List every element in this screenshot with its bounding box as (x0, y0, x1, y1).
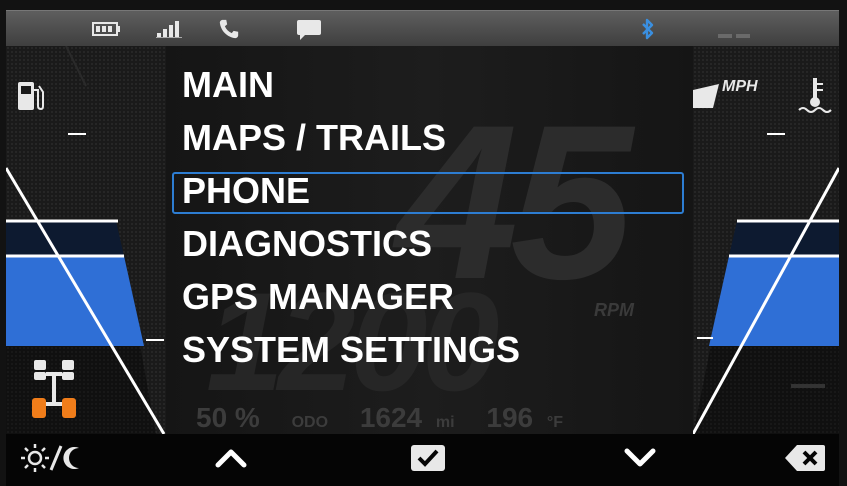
scroll-up-button[interactable] (191, 434, 271, 486)
coolant-temp-icon (797, 76, 833, 121)
menu-item-label: GPS MANAGER (182, 276, 455, 317)
check-icon (411, 444, 445, 476)
back-button[interactable] (771, 434, 839, 486)
temp-unit: °F (546, 414, 564, 431)
drivetrain-4wd-icon (30, 358, 78, 429)
phone-icon (218, 17, 240, 46)
menu-item-label: DIAGNOSTICS (182, 223, 433, 264)
menu-item-maps-trails[interactable]: MAPS / TRAILS (166, 111, 693, 164)
temp-value: 196 (486, 402, 534, 433)
message-icon (296, 19, 322, 46)
select-button[interactable] (388, 434, 468, 486)
menu-item-phone[interactable]: PHONE (166, 164, 693, 217)
left-gauge-panel (6, 46, 166, 434)
main-menu: MAIN MAPS / TRAILS PHONE DIAGNOSTICS GPS… (166, 58, 693, 376)
chevron-up-icon (215, 448, 247, 473)
right-gauge-panel (693, 46, 839, 434)
gauge-display: 45 1200 RPM 50 % ODO 1624 mi 196 °F MPH … (0, 0, 847, 486)
bluetooth-icon (640, 17, 656, 46)
trip-info-row: 50 % ODO 1624 mi 196 °F (196, 402, 587, 434)
fuel-percent: 50 % (196, 402, 260, 433)
status-indicator-icon (718, 27, 750, 45)
battery-icon (92, 22, 120, 41)
menu-item-main[interactable]: MAIN (166, 58, 693, 111)
menu-item-diagnostics[interactable]: DIAGNOSTICS (166, 217, 693, 270)
fuel-icon (16, 80, 44, 119)
speed-unit: MPH (722, 78, 758, 95)
menu-item-label: SYSTEM SETTINGS (182, 329, 521, 370)
odo-value: 1624 (359, 402, 423, 433)
scroll-down-button[interactable] (600, 434, 680, 486)
menu-item-label: PHONE (182, 170, 311, 211)
signal-icon (156, 19, 182, 44)
day-night-icon (21, 440, 87, 481)
status-bar (6, 10, 839, 47)
chevron-down-icon (624, 448, 656, 473)
menu-item-system-settings[interactable]: SYSTEM SETTINGS (166, 323, 693, 376)
backspace-icon (783, 443, 827, 478)
odo-unit: mi (435, 414, 455, 431)
menu-item-label: MAIN (182, 64, 274, 105)
menu-item-gps-manager[interactable]: GPS MANAGER (166, 270, 693, 323)
bottom-button-bar (6, 434, 839, 486)
menu-item-label: MAPS / TRAILS (182, 117, 447, 158)
day-night-toggle-button[interactable] (14, 434, 94, 486)
odo-label: ODO (291, 414, 329, 431)
